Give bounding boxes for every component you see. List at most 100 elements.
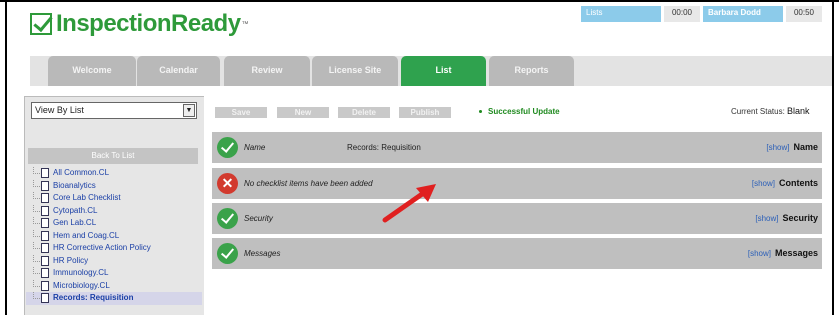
- tree-branch: [33, 167, 40, 174]
- tree-item[interactable]: HR Corrective Action Policy: [26, 242, 202, 255]
- new-button[interactable]: New: [277, 107, 329, 118]
- section-title: Name: [793, 142, 818, 152]
- tree-branch: [33, 254, 40, 262]
- tree-item-label: Records: Requisition: [53, 293, 134, 302]
- document-icon: [41, 193, 49, 203]
- tree-item[interactable]: HR Policy: [26, 254, 202, 268]
- document-icon: [41, 205, 49, 216]
- frame-left-line: [5, 0, 7, 315]
- row-label: Name: [244, 143, 266, 152]
- save-button[interactable]: Save: [215, 107, 267, 118]
- document-icon: [41, 268, 49, 278]
- tab-calendar[interactable]: Calendar: [137, 56, 220, 86]
- section-row-security: Security [show] Security: [212, 203, 822, 234]
- tree-branch: [33, 204, 40, 212]
- document-icon: [41, 255, 49, 266]
- delete-button[interactable]: Delete: [338, 107, 390, 118]
- row-label: Messages: [244, 249, 281, 258]
- user-name[interactable]: Barbara Dodd: [703, 6, 783, 22]
- x-circle-icon: ✕: [217, 173, 238, 194]
- back-to-list-button[interactable]: Back To List: [28, 148, 198, 164]
- red-arrow-annotation: [382, 184, 436, 223]
- tree-item[interactable]: Bioanalytics: [26, 179, 202, 193]
- check-circle-icon: [217, 137, 238, 158]
- tree-item[interactable]: Hem and Coag.CL: [26, 229, 202, 243]
- tab-license-site[interactable]: License Site: [312, 56, 398, 86]
- tree-branch: [33, 217, 40, 224]
- section-row-messages: Messages [show] Messages: [212, 238, 822, 269]
- tree-item-label: All Common.CL: [53, 168, 110, 177]
- check-circle-icon: [217, 208, 238, 229]
- bullet-icon: [479, 110, 482, 114]
- check-circle-icon: [217, 243, 238, 264]
- tree-item[interactable]: Immunology.CL: [26, 267, 202, 280]
- tree-branch: [33, 192, 40, 199]
- tree-branch: [33, 229, 40, 237]
- document-icon: [41, 180, 49, 191]
- row-right: [show] Contents: [752, 178, 818, 188]
- frame-right-line: [832, 0, 834, 315]
- tree-item-label: Cytopath.CL: [53, 205, 98, 215]
- row-value: Records: Requisition: [347, 143, 421, 152]
- document-icon: [41, 230, 49, 241]
- tab-list[interactable]: List: [401, 56, 486, 86]
- section-title: Messages: [774, 248, 818, 258]
- row-label: Security: [244, 214, 273, 223]
- document-icon: [41, 243, 49, 253]
- tree-item-label: HR Policy: [53, 255, 89, 265]
- status-label: Current Status:: [731, 107, 785, 116]
- publish-button[interactable]: Publish: [399, 107, 451, 118]
- document-icon: [41, 293, 49, 303]
- show-link[interactable]: [show]: [748, 249, 771, 258]
- tree-item-label: Microbiology.CL: [53, 280, 110, 290]
- tab-review[interactable]: Review: [224, 56, 310, 86]
- section-title: Contents: [779, 178, 818, 188]
- tree-branch: [33, 179, 40, 187]
- row-right: [show] Name: [766, 142, 818, 152]
- success-message-text: Successful Update: [488, 107, 560, 116]
- document-icon: [41, 168, 49, 178]
- tree-item[interactable]: Gen Lab.CL: [26, 217, 202, 230]
- tree-item[interactable]: All Common.CL: [26, 167, 202, 180]
- chevron-down-icon[interactable]: ▼: [183, 104, 195, 117]
- show-link[interactable]: [show]: [766, 143, 789, 152]
- timer-2: 00:50: [786, 6, 822, 22]
- logo-text: InspectionReady: [56, 10, 241, 37]
- tree-item[interactable]: Microbiology.CL: [26, 279, 202, 293]
- logo-trademark: ™: [241, 20, 249, 28]
- status-value: Blank: [787, 106, 810, 116]
- section-row-contents: ✕ No checklist items have been added [sh…: [212, 168, 822, 199]
- row-right: [show] Messages: [748, 248, 818, 258]
- section-title: Security: [782, 213, 818, 223]
- document-icon: [41, 280, 49, 291]
- document-icon: [41, 218, 49, 228]
- tree-item[interactable]: Cytopath.CL: [26, 204, 202, 218]
- tree-item-selected[interactable]: Records: Requisition: [26, 292, 202, 305]
- tree-item-label: Bioanalytics: [53, 180, 96, 190]
- timer-1: 00:00: [664, 6, 700, 22]
- tree-item-label: Core Lab Checklist: [53, 193, 121, 202]
- tree-branch: [33, 267, 40, 274]
- tree-branch: [33, 279, 40, 287]
- show-link[interactable]: [show]: [755, 214, 778, 223]
- view-by-select-value: View By List: [35, 105, 84, 115]
- tree-item[interactable]: Core Lab Checklist: [26, 192, 202, 205]
- lists-indicator[interactable]: Lists: [581, 6, 661, 22]
- row-right: [show] Security: [755, 213, 818, 223]
- section-row-name: Name Records: Requisition [show] Name: [212, 132, 822, 163]
- show-link[interactable]: [show]: [752, 179, 775, 188]
- app-logo[interactable]: InspectionReady ™: [30, 10, 249, 38]
- view-by-select[interactable]: View By List ▼: [31, 102, 197, 119]
- current-status: Current Status: Blank: [731, 106, 810, 116]
- list-tree: All Common.CL Bioanalytics Core Lab Chec…: [26, 167, 202, 305]
- tree-item-label: Immunology.CL: [53, 268, 109, 277]
- tab-reports[interactable]: Reports: [489, 56, 574, 86]
- tree-branch: [33, 292, 40, 299]
- row-label: No checklist items have been added: [244, 179, 373, 188]
- tree-branch: [33, 242, 40, 249]
- tree-item-label: Hem and Coag.CL: [53, 230, 120, 240]
- success-message: Successful Update: [479, 107, 560, 116]
- tree-item-label: Gen Lab.CL: [53, 218, 97, 227]
- tab-welcome[interactable]: Welcome: [48, 56, 136, 86]
- logo-check-icon: [30, 13, 52, 35]
